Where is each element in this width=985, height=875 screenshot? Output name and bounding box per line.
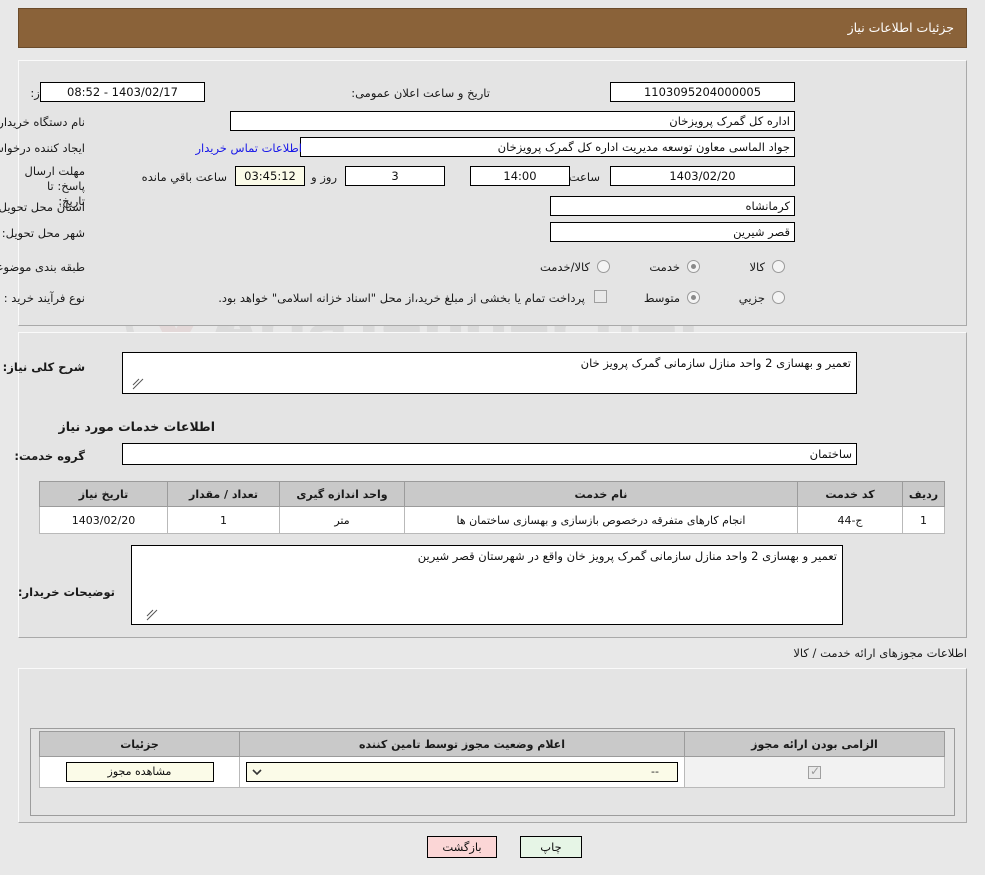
back-button[interactable]: بازگشت	[427, 836, 497, 858]
radio-process-motevaset[interactable]	[687, 291, 700, 304]
page-root: AriaTender.net جزئیات اطلاعات نیاز شماره…	[0, 0, 985, 875]
th-unit: واحد اندازه گیری	[279, 481, 405, 507]
deadline-hour-label: ساعت	[568, 170, 600, 184]
th-service-name: نام خدمت	[404, 481, 798, 507]
buyer-org-value: اداره کل گمرک پرویزخان	[230, 111, 795, 131]
services-info-heading: اطلاعات خدمات مورد نیاز	[58, 419, 216, 434]
radio-process-jozei-label: جزیي	[738, 291, 765, 305]
radio-category-kala[interactable]	[772, 260, 785, 273]
request-creator-label: ایجاد کننده درخواست:	[0, 141, 85, 155]
buyer-contact-link[interactable]: اطلاعات تماس خریدار	[195, 141, 302, 155]
chevron-down-icon	[252, 769, 262, 776]
service-group-value: ساختمان	[122, 443, 857, 465]
delivery-province-value: کرمانشاه	[550, 196, 795, 216]
licenses-table: الزامی بودن ارائه مجوز اعلام وضعیت مجوز …	[39, 731, 945, 788]
page-title: جزئیات اطلاعات نیاز	[847, 20, 954, 35]
th-need-date: تاریخ نیاز	[39, 481, 168, 507]
licenses-table-header-row: الزامی بودن ارائه مجوز اعلام وضعیت مجوز …	[39, 731, 945, 757]
subject-category-label: طبقه بندی موضوعی:	[0, 260, 85, 274]
announce-datetime-value: 1403/02/17 - 08:52	[40, 82, 205, 102]
cell-need-date: 1403/02/20	[39, 506, 168, 534]
announce-datetime-label: تاریخ و ساعت اعلان عمومی:	[351, 86, 490, 100]
license-status-select[interactable]: --	[246, 762, 678, 782]
cell-service-code: ج-44	[797, 506, 903, 534]
view-license-button[interactable]: مشاهده مجوز	[65, 762, 214, 782]
days-and-label: روز و	[311, 170, 337, 184]
delivery-province-label: استان محل تحویل:	[0, 200, 85, 214]
license-status-selected-value: --	[651, 765, 659, 778]
general-description-label: شرح کلی نیاز:	[2, 360, 85, 374]
radio-category-kala-label: کالا	[749, 260, 765, 274]
treasury-bond-checkbox[interactable]	[594, 290, 607, 303]
radio-category-khedmat[interactable]	[687, 260, 700, 273]
cell-license-details: مشاهده مجوز	[39, 756, 240, 788]
buyer-notes-value[interactable]: تعمیر و بهسازی 2 واحد منازل سازمانی گمرک…	[131, 545, 843, 625]
days-remaining-value: 3	[345, 166, 445, 186]
remaining-hours-label: ساعت باقي مانده	[141, 170, 227, 184]
print-button[interactable]: چاپ	[520, 836, 582, 858]
deadline-time-value: 14:00	[470, 166, 570, 186]
th-license-status: اعلام وضعیت مجوز توسط تامین کننده	[239, 731, 685, 757]
license-required-checkbox	[808, 764, 821, 779]
service-group-label: گروه خدمت:	[14, 449, 85, 463]
buyer-notes-label: توضیحات خریدار:	[17, 585, 115, 599]
services-table: ردیف کد خدمت نام خدمت واحد اندازه گیری ت…	[39, 481, 945, 534]
need-number-value: 1103095204000005	[610, 82, 795, 102]
cell-license-status: --	[239, 756, 685, 788]
licenses-heading: اطلاعات مجوزهای ارائه خدمت / کالا	[793, 646, 967, 660]
cell-unit: متر	[279, 506, 405, 534]
deadline-date-value: 1403/02/20	[610, 166, 795, 186]
th-quantity: تعداد / مقدار	[167, 481, 280, 507]
table-row: -- مشاهده مجوز	[39, 756, 945, 788]
cell-license-required	[684, 756, 945, 788]
services-table-header-row: ردیف کد خدمت نام خدمت واحد اندازه گیری ت…	[39, 481, 945, 507]
cell-service-name: انجام کارهای متفرقه درخصوص بازسازی و بهس…	[404, 506, 798, 534]
radio-process-jozei[interactable]	[772, 291, 785, 304]
th-license-details: جزئیات	[39, 731, 240, 757]
radio-process-motevaset-label: متوسط	[643, 291, 680, 305]
th-service-code: کد خدمت	[797, 481, 903, 507]
treasury-bond-note: پرداخت تمام یا بخشی از مبلغ خرید،از محل …	[218, 291, 585, 305]
table-row: 1 ج-44 انجام کارهای متفرقه درخصوص بازساز…	[39, 506, 945, 534]
time-remaining-value: 03:45:12	[235, 166, 305, 186]
delivery-city-value: قصر شیرین	[550, 222, 795, 242]
radio-category-khedmat-label: خدمت	[649, 260, 680, 274]
delivery-city-label: شهر محل تحویل:	[1, 226, 85, 240]
th-row: ردیف	[902, 481, 945, 507]
window-title-bar: جزئیات اطلاعات نیاز	[18, 8, 967, 48]
cell-row: 1	[902, 506, 945, 534]
buyer-org-label: نام دستگاه خریدار:	[0, 115, 85, 129]
cell-quantity: 1	[167, 506, 280, 534]
purchase-process-label: نوع فرآیند خرید :	[3, 291, 85, 305]
radio-category-kala-khedmat[interactable]	[597, 260, 610, 273]
general-description-value[interactable]: تعمیر و بهسازی 2 واحد منازل سازمانی گمرک…	[122, 352, 857, 394]
request-creator-value: جواد الماسی معاون توسعه مدیریت اداره کل …	[300, 137, 795, 157]
th-license-required: الزامی بودن ارائه مجوز	[684, 731, 945, 757]
radio-category-kala-khedmat-label: کالا/خدمت	[539, 260, 590, 274]
